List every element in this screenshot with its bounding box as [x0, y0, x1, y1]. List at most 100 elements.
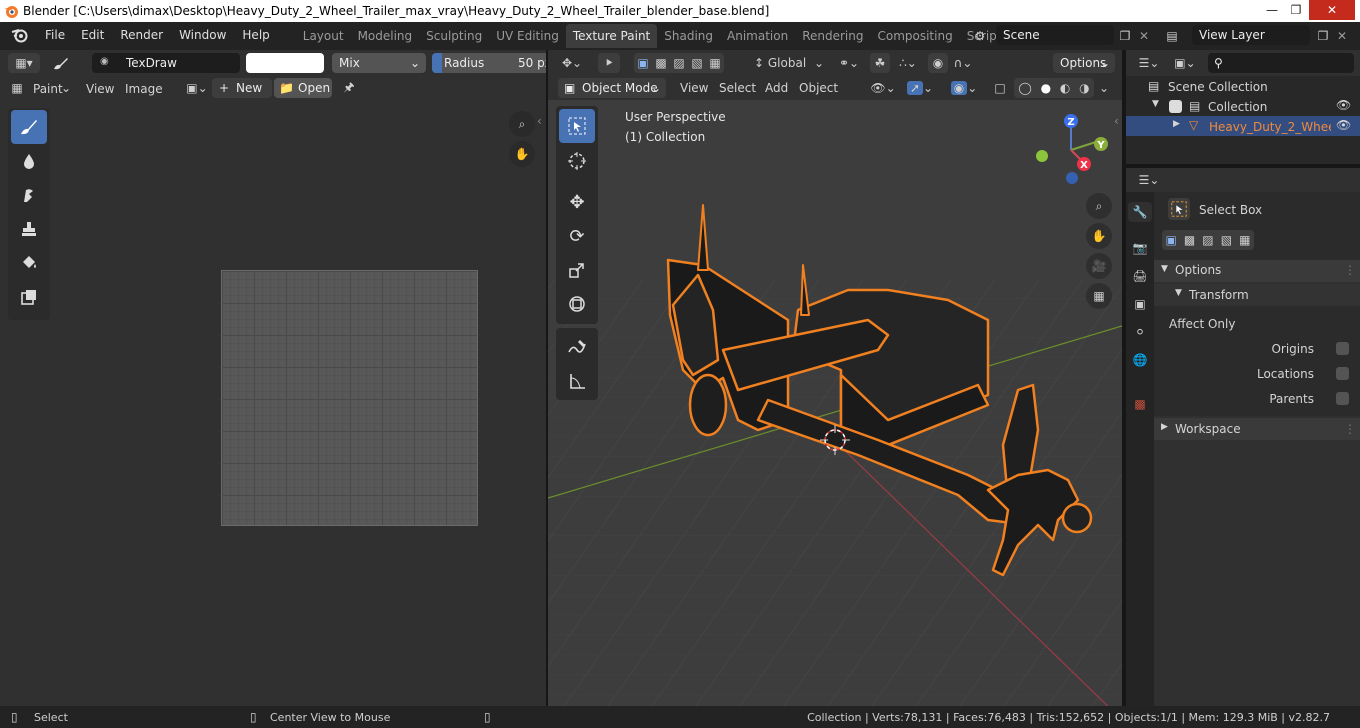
outliner-search-input[interactable]: ⚲: [1208, 53, 1354, 73]
tab-rendering[interactable]: Rendering: [795, 24, 870, 48]
navigation-gizmo[interactable]: Z Y X: [1030, 112, 1110, 192]
pin-icon[interactable]: 🖈: [340, 78, 358, 98]
workspace-panel-title[interactable]: Workspace: [1175, 422, 1241, 436]
tab-animation[interactable]: Animation: [720, 24, 795, 48]
rendered-shading-icon[interactable]: ◑: [1079, 81, 1089, 95]
output-tab-icon[interactable]: 🖨: [1128, 266, 1152, 286]
menu-render[interactable]: Render: [112, 22, 171, 48]
select-mode-buttons[interactable]: ▣ ▩ ▨ ▧ ▦: [634, 53, 724, 73]
sidebar-toggle-icon[interactable]: ‹: [1114, 114, 1119, 128]
paint-mode-icon[interactable]: ▦: [8, 78, 26, 98]
brush-color-swatch[interactable]: [246, 53, 324, 73]
gizmo-neg-z[interactable]: [1066, 172, 1078, 184]
select-intersect-icon[interactable]: ▦: [1239, 233, 1250, 247]
menu-edit[interactable]: Edit: [73, 22, 112, 48]
snap-target-icon[interactable]: ∴⌄: [894, 53, 922, 73]
gizmo-toggle-icon[interactable]: ➚ ⌄: [902, 78, 938, 98]
expand-arrow-icon[interactable]: ▼: [1175, 288, 1182, 298]
shading-options-icon[interactable]: ⌄: [1096, 78, 1112, 98]
scene-tab-icon[interactable]: ⚪: [1128, 322, 1152, 342]
blend-mode-select[interactable]: Mix ⌄: [332, 53, 426, 73]
collection-checkbox[interactable]: [1169, 100, 1182, 113]
mask-tool[interactable]: [11, 280, 47, 314]
select-extend-icon[interactable]: ▩: [1184, 233, 1195, 247]
fill-tool[interactable]: [11, 246, 47, 280]
wireframe-shading-icon[interactable]: ◯: [1018, 81, 1031, 95]
origins-checkbox[interactable]: [1336, 342, 1349, 355]
render-tab-icon[interactable]: 📷: [1128, 238, 1152, 258]
select-new-icon[interactable]: ▣: [637, 56, 648, 70]
hand-icon[interactable]: ✋: [1086, 223, 1112, 249]
select-box-tool[interactable]: [559, 109, 595, 143]
drag-handle-icon[interactable]: ⋮⋮: [1344, 422, 1360, 436]
select-mode-buttons[interactable]: ▣ ▩ ▨ ▧ ▦: [1162, 230, 1254, 250]
menu-viewport-view[interactable]: View: [680, 81, 708, 95]
open-image-button[interactable]: 📁 Open: [274, 78, 332, 98]
cursor-tool[interactable]: [559, 144, 595, 178]
editor-type-icon[interactable]: ▦▾: [8, 53, 40, 73]
blender-menu-icon[interactable]: [9, 24, 31, 46]
new-view-layer-icon[interactable]: ❐: [1314, 26, 1332, 46]
locations-checkbox[interactable]: [1336, 367, 1349, 380]
pivot-point-icon[interactable]: ⚭⌄: [834, 53, 864, 73]
falloff-icon[interactable]: ∩⌄: [950, 53, 976, 73]
menu-view[interactable]: View: [86, 82, 114, 96]
hand-icon[interactable]: ✋: [509, 141, 535, 167]
expand-arrow-icon[interactable]: ▼: [1152, 99, 1159, 109]
camera-icon[interactable]: 🎥: [1086, 253, 1112, 279]
menu-help[interactable]: Help: [234, 22, 277, 48]
select-subtract-icon[interactable]: ▨: [673, 56, 684, 70]
shading-mode-buttons[interactable]: ◯ ● ◐ ◑: [1014, 78, 1094, 98]
gizmo-neg-y[interactable]: [1036, 150, 1048, 162]
snap-icon[interactable]: ☘: [870, 53, 890, 73]
minimize-button[interactable]: —: [1259, 0, 1285, 20]
eye-icon[interactable]: 👁: [1336, 118, 1351, 132]
delete-scene-icon[interactable]: ✕: [1136, 26, 1152, 46]
object-name-label[interactable]: Heavy_Duty_2_Wheel_Trailer: [1209, 120, 1331, 134]
clone-tool[interactable]: [11, 212, 47, 246]
menu-viewport-add[interactable]: Add: [765, 81, 788, 95]
annotate-tool[interactable]: [559, 330, 595, 364]
solid-shading-icon[interactable]: ●: [1041, 81, 1051, 95]
tab-compositing[interactable]: Compositing: [870, 24, 959, 48]
move-tool[interactable]: ✥: [559, 185, 595, 219]
parents-checkbox[interactable]: [1336, 392, 1349, 405]
xray-icon[interactable]: □: [990, 78, 1010, 98]
expand-arrow-icon[interactable]: ▶: [1173, 119, 1180, 129]
select-extend-icon[interactable]: ▩: [655, 56, 666, 70]
brush-icon[interactable]: [48, 53, 74, 73]
menu-image[interactable]: Image: [125, 82, 163, 96]
radius-slider[interactable]: Radius 50 px: [432, 53, 546, 73]
select-intersect-icon[interactable]: ▦: [709, 56, 720, 70]
collection-label[interactable]: Collection: [1208, 100, 1267, 114]
new-image-button[interactable]: + New: [212, 78, 272, 98]
select-box-icon[interactable]: [1168, 198, 1190, 220]
perspective-grid-icon[interactable]: ▦: [1086, 283, 1112, 309]
scale-tool[interactable]: [559, 253, 595, 287]
menu-file[interactable]: File: [37, 22, 73, 48]
menu-viewport-select[interactable]: Select: [719, 81, 756, 95]
select-subtract-icon[interactable]: ▨: [1202, 233, 1213, 247]
scene-collection-label[interactable]: Scene Collection: [1168, 80, 1268, 94]
transform-pivot-icon[interactable]: ✥⌄: [556, 53, 588, 73]
tab-texture-paint[interactable]: Texture Paint: [565, 24, 658, 48]
expand-arrow-icon[interactable]: ▼: [1161, 264, 1168, 274]
tab-shading[interactable]: Shading: [657, 24, 720, 48]
tab-sculpting[interactable]: Sculpting: [419, 24, 489, 48]
collapse-arrow-icon[interactable]: ▶: [1161, 422, 1168, 432]
viewport-options-button[interactable]: Options ⌄: [1053, 53, 1115, 73]
tool-tab-icon[interactable]: 🔧: [1128, 202, 1152, 222]
delete-view-layer-icon[interactable]: ✕: [1334, 26, 1350, 46]
view-layer-icon[interactable]: ▤: [1160, 26, 1184, 46]
restore-button[interactable]: ❐: [1283, 0, 1309, 20]
zoom-icon[interactable]: ⌕: [1086, 193, 1112, 219]
options-panel-title[interactable]: Options: [1175, 263, 1221, 277]
tab-modeling[interactable]: Modeling: [351, 24, 420, 48]
overlays-toggle-icon[interactable]: ◉ ⌄: [946, 78, 982, 98]
proportional-edit-icon[interactable]: ◉: [928, 53, 948, 73]
eye-icon[interactable]: 👁: [1336, 98, 1351, 112]
sidebar-toggle-icon[interactable]: ‹: [537, 114, 542, 128]
select-new-icon[interactable]: ▣: [1166, 233, 1177, 247]
menu-window[interactable]: Window: [171, 22, 234, 48]
display-mode-icon[interactable]: ▣⌄: [1170, 53, 1200, 73]
